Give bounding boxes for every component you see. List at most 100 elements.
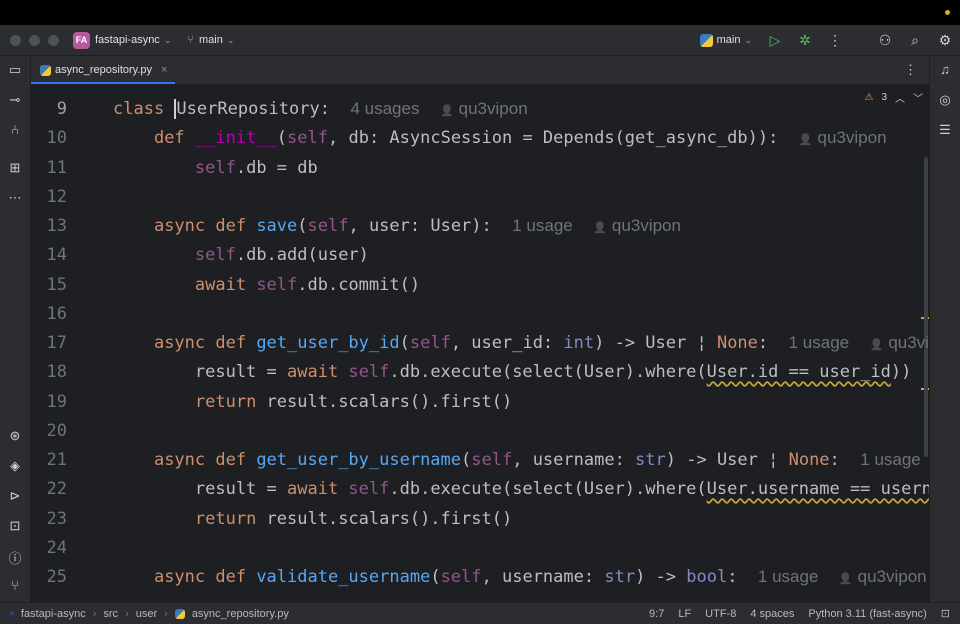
tab-async-repository[interactable]: async_repository.py × — [31, 56, 175, 84]
breadcrumb-separator-icon: › — [125, 607, 129, 620]
layers-icon[interactable]: ◈ — [0, 458, 30, 474]
line-number: 11 — [46, 158, 67, 178]
right-tool-strip: ♫ ◎ ☰ — [929, 56, 960, 602]
line-number: 12 — [46, 187, 67, 207]
author-hint[interactable]: qu3vipon — [799, 128, 887, 147]
code-line-21: async def get_user_by_username(self, use… — [153, 450, 921, 470]
close-tab-icon[interactable]: × — [161, 64, 167, 76]
indent-setting[interactable]: 4 spaces — [750, 608, 794, 620]
project-name[interactable]: fastapi-async — [95, 34, 160, 46]
tab-options-icon[interactable]: ⋮ — [904, 62, 917, 78]
add-user-icon[interactable]: ⚇ — [870, 32, 900, 49]
notification-dot — [945, 10, 950, 15]
line-number: 15 — [46, 275, 67, 295]
class-name: UserRepository — [174, 99, 320, 119]
run-icon[interactable]: ▷ — [760, 32, 790, 49]
debug-icon[interactable]: ✲ — [790, 32, 820, 49]
line-number: 17 — [46, 333, 67, 353]
pull-requests-icon[interactable]: ⑃ — [0, 122, 30, 137]
code-line-14: self.db.add(user) — [194, 245, 369, 265]
left-tool-strip: ▭ ⊸ ⑃ ⊞ ⋯ ⊛ ◈ ⊳ ⊡ ⓘ ⑂ — [0, 56, 31, 602]
breadcrumb-separator-icon: › — [164, 607, 168, 620]
module-icon: ▫ — [10, 607, 14, 620]
usages-hint[interactable]: 1 usage — [758, 567, 819, 586]
keyword: class — [113, 99, 175, 119]
usages-hint[interactable]: 4 usages — [350, 99, 419, 118]
editor-scrollbar[interactable] — [924, 157, 928, 457]
maximize-window-button[interactable] — [48, 34, 59, 46]
breadcrumb-item[interactable]: src — [103, 608, 118, 620]
problems-icon[interactable]: ⓘ — [0, 548, 30, 567]
line-number: 24 — [46, 538, 67, 558]
search-icon[interactable]: ⌕ — [900, 32, 930, 49]
more-tools-icon[interactable]: ⋯ — [0, 190, 30, 206]
breadcrumb-item[interactable]: fastapi-async — [21, 608, 86, 620]
branch-name[interactable]: main — [199, 34, 223, 46]
code-line-19: return result.scalars().first() — [194, 392, 513, 412]
author-hint[interactable]: qu3vipon — [839, 567, 927, 586]
python-file-icon — [40, 64, 51, 76]
line-number: 20 — [46, 421, 67, 441]
line-number: 19 — [46, 392, 67, 412]
code-line-25: async def validate_username(self, userna… — [113, 567, 927, 587]
chevron-down-icon[interactable]: ⌄ — [164, 35, 172, 46]
python-packages-icon[interactable]: ⊛ — [0, 428, 30, 444]
chevron-down-icon[interactable]: ⌄ — [744, 35, 752, 46]
more-actions-icon[interactable]: ⋮ — [820, 32, 850, 49]
warning-icon: ⚠ — [864, 92, 874, 103]
author-hint[interactable]: qu3vipon — [870, 333, 929, 352]
breadcrumb: ▫ fastapi-async › src › user › async_rep… — [10, 608, 289, 620]
code-editor[interactable]: ⚠ 3 ︿ ﹀ 9 10 11 12 13 14 15 16 17 18 19 … — [31, 85, 929, 602]
ai-assistant-icon[interactable]: ◎ — [930, 92, 960, 108]
line-number: 10 — [46, 128, 67, 148]
code-line-23: return result.scalars().first() — [194, 509, 513, 529]
next-highlight-icon[interactable]: ﹀ — [913, 90, 923, 105]
branch-icon[interactable]: ⑂ — [187, 34, 194, 46]
database-icon[interactable]: ☰ — [930, 122, 960, 138]
status-bar: ▫ fastapi-async › src › user › async_rep… — [0, 602, 960, 624]
project-badge[interactable]: FA — [73, 31, 90, 49]
lock-icon[interactable]: ⊡ — [941, 607, 950, 620]
line-number: 9 — [56, 99, 67, 119]
run-tool-icon[interactable]: ⊳ — [0, 488, 30, 504]
code-line-13: async def save(self, user: User): 1 usag… — [113, 216, 681, 236]
git-icon[interactable]: ⑂ — [0, 578, 30, 593]
line-number: 18 — [46, 362, 67, 382]
author-hint[interactable]: qu3vipon — [440, 99, 528, 118]
minimize-window-button[interactable] — [29, 34, 40, 46]
run-config[interactable]: main — [717, 34, 741, 46]
code-line-15: await self.db.commit() — [194, 275, 421, 295]
close-window-button[interactable] — [10, 34, 21, 46]
title-bar: FA fastapi-async ⌄ ⑂ main ⌄ main ⌄ ▷ ✲ ⋮… — [0, 25, 960, 56]
line-number: 22 — [46, 479, 67, 499]
commit-icon[interactable]: ⊸ — [0, 92, 30, 108]
project-folder-icon[interactable]: ▭ — [0, 62, 30, 78]
code-line-10: def __init__(self, db: AsyncSession = De… — [113, 128, 887, 148]
code-line-18: result = await self.db.execute(select(Us… — [113, 362, 912, 382]
colon: : — [319, 99, 330, 119]
window-controls[interactable] — [10, 34, 59, 46]
code-line-22: result = await self.db.execute(select(Us… — [113, 479, 929, 499]
terminal-icon[interactable]: ⊡ — [0, 518, 30, 534]
code-line-11: self.db = db — [194, 158, 318, 178]
chevron-down-icon[interactable]: ⌄ — [227, 35, 235, 46]
line-ending[interactable]: LF — [678, 608, 691, 620]
breadcrumb-separator-icon: › — [92, 607, 97, 620]
line-number: 16 — [46, 304, 67, 324]
settings-gear-icon[interactable]: ⚙ — [930, 32, 960, 49]
file-encoding[interactable]: UTF-8 — [705, 608, 736, 620]
line-number: 13 — [46, 216, 67, 236]
notifications-bell-icon[interactable]: ♫ — [930, 62, 960, 77]
structure-icon[interactable]: ⊞ — [0, 160, 30, 176]
breadcrumb-item[interactable]: async_repository.py — [192, 608, 289, 620]
caret-position[interactable]: 9:7 — [649, 608, 664, 620]
usages-hint[interactable]: 1 usage — [860, 450, 921, 469]
python-interpreter[interactable]: Python 3.11 (fast-async) — [808, 608, 926, 620]
breadcrumb-item[interactable]: user — [136, 608, 157, 620]
author-hint[interactable]: qu3vipon — [593, 216, 681, 235]
usages-hint[interactable]: 1 usage — [789, 333, 850, 352]
usages-hint[interactable]: 1 usage — [512, 216, 573, 235]
line-number: 25 — [46, 567, 67, 587]
inspection-widget[interactable]: ⚠ 3 ︿ ﹀ — [864, 90, 923, 105]
previous-highlight-icon[interactable]: ︿ — [895, 90, 905, 105]
